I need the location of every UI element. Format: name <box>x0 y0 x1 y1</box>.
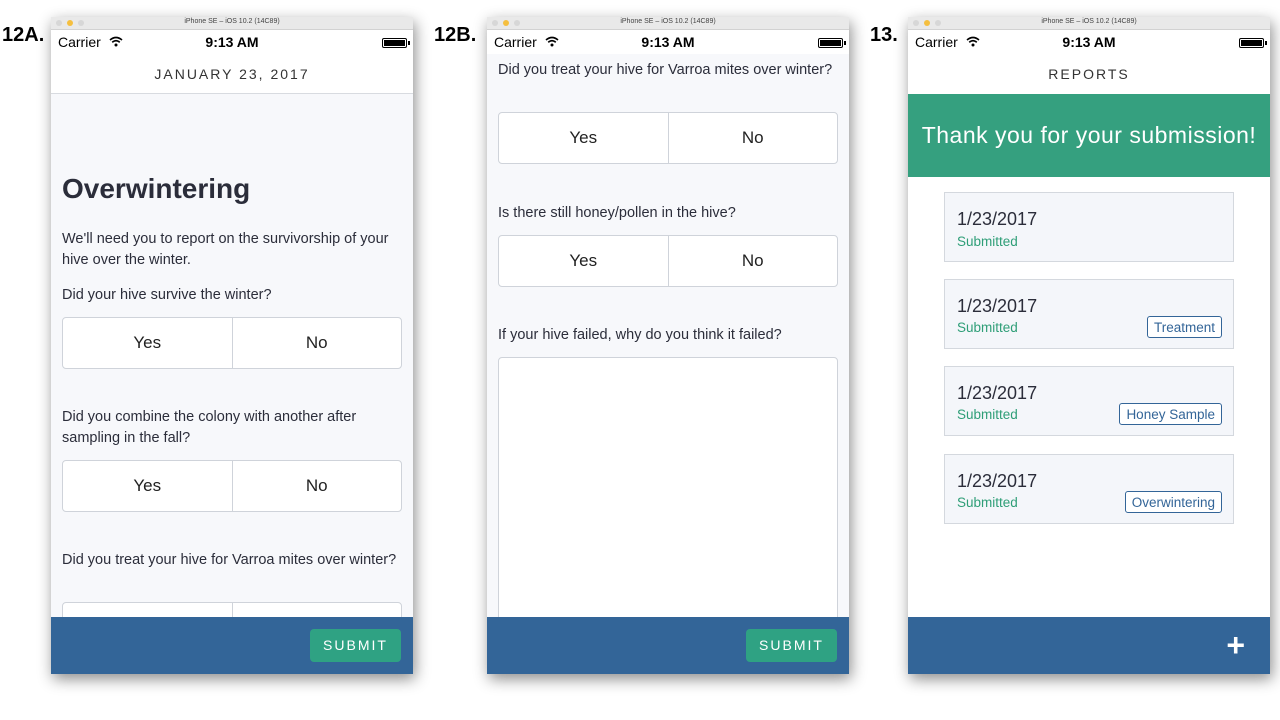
phone-screen-reports: iPhone SE – iOS 10.2 (14C89) Carrier 9:1… <box>908 17 1270 674</box>
question-varroa: Did you treat your hive for Varroa mites… <box>62 552 397 568</box>
report-date: 1/23/2017 <box>957 296 1038 316</box>
status-time: 9:13 AM <box>1062 34 1116 50</box>
simulator-titlebar: iPhone SE – iOS 10.2 (14C89) <box>51 17 413 30</box>
varroa-yes-button[interactable]: Yes <box>499 113 668 163</box>
bottom-toolbar: SUBMIT <box>51 617 413 674</box>
intro-text: We'll need you to report on the survivor… <box>62 231 389 268</box>
figure-label-13: 13. <box>870 24 898 46</box>
varroa-toggle: Yes No <box>498 112 838 164</box>
varroa-no-button[interactable]: No <box>667 113 838 163</box>
report-type-tag: Honey Sample <box>1119 403 1222 425</box>
report-card[interactable]: 1/23/2017 Submitted Overwintering <box>944 454 1234 524</box>
simulator-title: iPhone SE – iOS 10.2 (14C89) <box>184 18 280 25</box>
simulator-titlebar: iPhone SE – iOS 10.2 (14C89) <box>487 17 849 30</box>
status-bar: Carrier 9:13 AM <box>487 30 849 54</box>
report-card[interactable]: 1/23/2017 Submitted <box>944 192 1234 262</box>
phone-screen-overwintering-form: iPhone SE – iOS 10.2 (14C89) Carrier 9:1… <box>51 17 413 674</box>
submit-button[interactable]: SUBMIT <box>746 629 837 662</box>
submit-button[interactable]: SUBMIT <box>310 629 401 662</box>
battery-icon <box>382 38 407 48</box>
bottom-toolbar: + <box>908 617 1270 674</box>
add-report-button[interactable]: + <box>1226 627 1245 663</box>
report-type-tag: Overwintering <box>1124 491 1222 513</box>
survive-yes-button[interactable]: Yes <box>63 318 232 368</box>
question-varroa: Did you treat your hive for Varroa mites… <box>498 62 833 78</box>
honey-pollen-toggle: Yes No <box>498 235 838 287</box>
combine-toggle: Yes No <box>62 460 402 512</box>
simulator-title: iPhone SE – iOS 10.2 (14C89) <box>1041 18 1137 25</box>
failure-reason-textarea[interactable] <box>498 357 838 637</box>
battery-icon <box>818 38 843 48</box>
bottom-toolbar: SUBMIT <box>487 617 849 674</box>
report-card[interactable]: 1/23/2017 Submitted Treatment <box>944 279 1234 349</box>
report-type-tag: Treatment <box>1146 316 1222 338</box>
report-status: Submitted <box>957 407 1018 422</box>
report-status: Submitted <box>957 320 1018 335</box>
survive-no-button[interactable]: No <box>231 318 402 368</box>
report-status: Submitted <box>957 495 1018 510</box>
report-date: 1/23/2017 <box>957 209 1038 229</box>
status-time: 9:13 AM <box>641 34 695 50</box>
battery-icon <box>1239 38 1264 48</box>
phone-screen-overwintering-form-scrolled: iPhone SE – iOS 10.2 (14C89) Carrier 9:1… <box>487 17 849 674</box>
confirmation-banner: Thank you for your submission! <box>908 94 1270 177</box>
report-card[interactable]: 1/23/2017 Submitted Honey Sample <box>944 366 1234 436</box>
survive-toggle: Yes No <box>62 317 402 369</box>
simulator-titlebar: iPhone SE – iOS 10.2 (14C89) <box>908 17 1270 30</box>
question-honey-pollen: Is there still honey/pollen in the hive? <box>498 205 736 221</box>
question-combine: Did you combine the colony with another … <box>62 409 357 446</box>
status-time: 9:13 AM <box>205 34 259 50</box>
report-date: 1/23/2017 <box>957 383 1038 403</box>
question-survive: Did your hive survive the winter? <box>62 287 272 303</box>
page-heading: Overwintering <box>62 173 251 204</box>
simulator-title: iPhone SE – iOS 10.2 (14C89) <box>620 18 716 25</box>
nav-title: REPORTS <box>908 54 1270 94</box>
status-bar: Carrier 9:13 AM <box>51 30 413 54</box>
honey-pollen-yes-button[interactable]: Yes <box>499 236 668 286</box>
honey-pollen-no-button[interactable]: No <box>667 236 838 286</box>
combine-no-button[interactable]: No <box>231 461 402 511</box>
figure-label-12a: 12A. <box>2 24 45 46</box>
nav-title: JANUARY 23, 2017 <box>51 54 413 94</box>
report-date: 1/23/2017 <box>957 471 1038 491</box>
combine-yes-button[interactable]: Yes <box>63 461 232 511</box>
question-failure-reason: If your hive failed, why do you think it… <box>498 327 782 343</box>
report-status: Submitted <box>957 234 1018 249</box>
status-bar: Carrier 9:13 AM <box>908 30 1270 54</box>
figure-label-12b: 12B. <box>434 24 477 46</box>
